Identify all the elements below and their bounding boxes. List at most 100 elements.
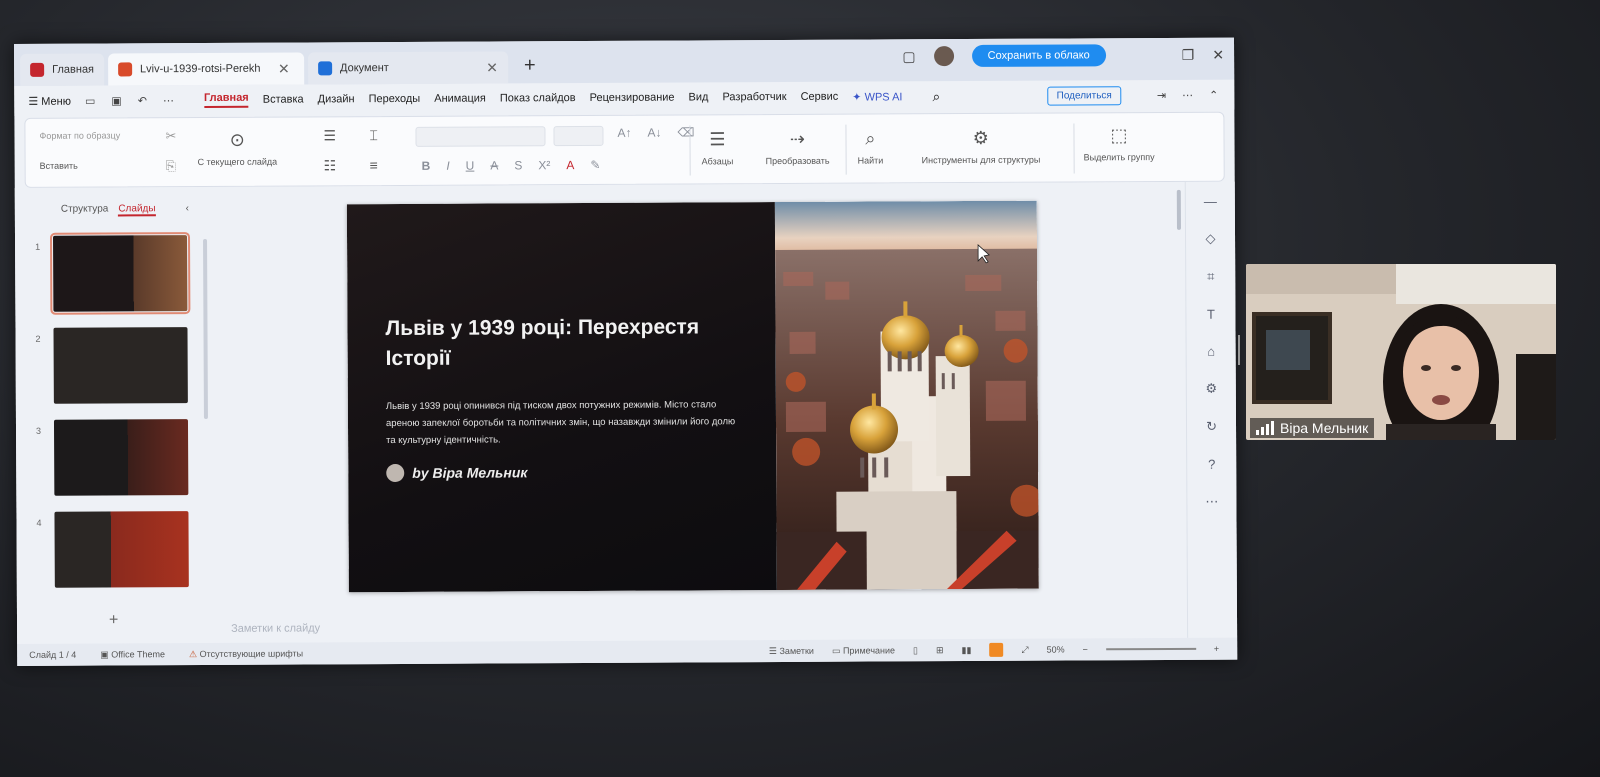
slide-title[interactable]: Львів у 1939 році: Перехрестя Історії — [385, 312, 745, 374]
menu-home[interactable]: Главная — [203, 91, 249, 109]
tab-presentation[interactable]: Lviv-u-1939-rotsi-Perekhrestya-I... ✕ — [107, 52, 305, 86]
sorter-view-icon[interactable]: ⊞ — [936, 645, 944, 656]
menu-tools[interactable]: Сервис — [801, 91, 839, 103]
shadow-icon[interactable]: S — [514, 158, 522, 172]
menu-insert[interactable]: Вставка — [263, 93, 304, 105]
collapse-ribbon-icon[interactable]: ⌃ — [1209, 88, 1218, 101]
font-family-select[interactable] — [415, 126, 546, 147]
undo-icon[interactable]: ↶ — [138, 94, 147, 107]
underline-icon[interactable]: U — [466, 159, 475, 173]
find-button[interactable]: ⌕ Найти — [857, 128, 884, 165]
zoom-level[interactable]: 50% — [1047, 645, 1065, 655]
paragraph-button[interactable]: ☰ Абзацы — [701, 129, 734, 166]
align-icon[interactable]: ≡ — [370, 157, 378, 173]
more-icon[interactable]: ⋯ — [163, 94, 174, 107]
font-color-icon[interactable]: A — [566, 158, 574, 172]
bold-icon[interactable]: B — [422, 159, 431, 173]
menu-developer[interactable]: Разработчик — [722, 91, 786, 103]
slide-author[interactable]: by Віра Мельник — [386, 463, 527, 483]
maximize-icon[interactable]: ❐ — [1182, 46, 1195, 63]
section-icon[interactable]: ☷ — [324, 157, 337, 174]
fit-icon[interactable]: ⤢ — [1021, 644, 1028, 655]
superscript-icon[interactable]: X² — [538, 158, 550, 172]
tab-document[interactable]: Документ ✕ — [307, 51, 509, 85]
normal-view-icon[interactable]: ▯ — [913, 645, 918, 656]
user-avatar[interactable] — [933, 46, 954, 67]
collapse-pane-icon[interactable]: ‹ — [186, 203, 189, 216]
video-panel-divider[interactable] — [1238, 335, 1240, 365]
zoom-slider[interactable] — [1105, 647, 1196, 651]
slide-text-panel: Львів у 1939 році: Перехрестя Історії Ль… — [346, 202, 777, 593]
slide-notes[interactable]: Заметки к слайду — [231, 622, 320, 634]
share-button[interactable]: Поделиться — [1047, 85, 1121, 106]
slide-canvas[interactable]: Львів у 1939 році: Перехрестя Історії Ль… — [346, 200, 1039, 593]
menu-slideshow[interactable]: Показ слайдов — [500, 92, 576, 104]
paste-button[interactable]: Вставить — [40, 161, 78, 171]
close-window-icon[interactable]: ✕ — [1212, 46, 1224, 63]
slideshow-play-icon[interactable] — [989, 642, 1004, 657]
tab-outline[interactable]: Структура — [61, 204, 109, 217]
settings-icon[interactable]: ⚙ — [1205, 381, 1217, 397]
cut-icon[interactable]: ✂ — [165, 128, 176, 144]
participant-video-tile[interactable]: Віра Мельник — [1246, 264, 1556, 440]
author-avatar — [386, 463, 405, 483]
menu-design[interactable]: Дизайн — [318, 93, 355, 105]
save-icon[interactable]: ▣ — [111, 94, 121, 107]
more-options-icon[interactable]: ⋯ — [1182, 88, 1193, 101]
highlight-icon[interactable]: ✎ — [590, 158, 600, 172]
login-button[interactable]: Сохранить в облако — [971, 44, 1106, 67]
presentation-tools-button[interactable]: ⚙ Инструменты для структуры — [921, 128, 1041, 165]
from-current-slide-button[interactable]: ⊙ С текущего слайда — [197, 130, 278, 167]
slide-thumbnail-4[interactable] — [54, 511, 189, 588]
select-group-button[interactable]: ⬚ Выделить группу — [1083, 125, 1155, 162]
missing-fonts-warning[interactable]: ⚠ Отсутствующие шрифты — [189, 648, 303, 660]
menu-transitions[interactable]: Переходы — [369, 93, 421, 105]
menu-animation[interactable]: Анимация — [434, 93, 486, 105]
strikethrough-icon[interactable]: A — [490, 158, 498, 172]
theme-label[interactable]: ▣ Office Theme — [100, 649, 165, 660]
italic-icon[interactable]: I — [446, 159, 449, 173]
slide-body-text[interactable]: Львів у 1939 році опинився під тиском дв… — [386, 396, 736, 449]
slide-scrollbar[interactable] — [1176, 189, 1181, 230]
convert-button[interactable]: ⇢ Преобразовать — [765, 129, 830, 166]
window-layout-icon[interactable]: ▢ — [902, 48, 915, 65]
menu-view[interactable]: Вид — [689, 91, 709, 103]
increase-font-icon[interactable]: A↑ — [617, 126, 631, 140]
notes-toggle[interactable]: ☰ Заметки — [769, 645, 814, 656]
format-painter-button[interactable]: Формат по образцу — [39, 130, 120, 140]
copy-icon[interactable]: ⎘ — [166, 158, 176, 174]
slide-thumbnail-3[interactable] — [53, 419, 189, 496]
font-size-select[interactable] — [553, 125, 604, 147]
folder-icon[interactable]: ▭ — [85, 94, 95, 107]
zoom-out-icon[interactable]: − — [1083, 644, 1088, 654]
sidebar-toggle-icon[interactable]: ⇥ — [1157, 88, 1166, 101]
comment-toggle[interactable]: ▭ Примечание — [832, 645, 895, 656]
pane-scrollbar[interactable] — [203, 238, 208, 420]
layout-icon[interactable]: ☰ — [323, 127, 336, 144]
text-icon[interactable]: T — [1207, 307, 1215, 322]
menu-review[interactable]: Рецензирование — [590, 92, 675, 104]
crop-icon[interactable]: ⌗ — [1207, 269, 1214, 285]
home-icon[interactable]: ⌂ — [1207, 344, 1215, 359]
tab-home[interactable]: Главная — [20, 53, 105, 86]
clear-format-icon[interactable]: ⌫ — [677, 125, 694, 139]
shape-icon[interactable]: ◇ — [1205, 231, 1215, 247]
help-icon[interactable]: ? — [1208, 457, 1215, 472]
zoom-in-icon[interactable]: + — [1214, 644, 1219, 654]
refresh-icon[interactable]: ↻ — [1206, 419, 1217, 435]
search-icon[interactable]: ⌕ — [932, 88, 940, 105]
slide-thumbnail-1[interactable] — [49, 232, 191, 315]
more-tools-icon[interactable]: ⋯ — [1205, 494, 1218, 510]
tab-slides[interactable]: Слайды — [118, 203, 156, 217]
decrease-font-icon[interactable]: A↓ — [647, 126, 661, 140]
reading-view-icon[interactable]: ▮▮ — [962, 644, 972, 655]
add-slide-button[interactable]: + — [109, 611, 118, 629]
reset-icon[interactable]: ⌶ — [369, 127, 377, 144]
close-tab-icon[interactable]: ✕ — [278, 60, 290, 77]
close-tab-icon[interactable]: ✕ — [486, 59, 498, 76]
new-tab-button[interactable]: + — [524, 54, 536, 77]
file-menu-button[interactable]: ☰ Меню — [28, 94, 71, 107]
slide-thumbnail-2[interactable] — [53, 327, 188, 404]
minus-icon[interactable]: — — [1204, 194, 1217, 209]
wps-ai-button[interactable]: ✦ WPS AI — [852, 90, 902, 103]
